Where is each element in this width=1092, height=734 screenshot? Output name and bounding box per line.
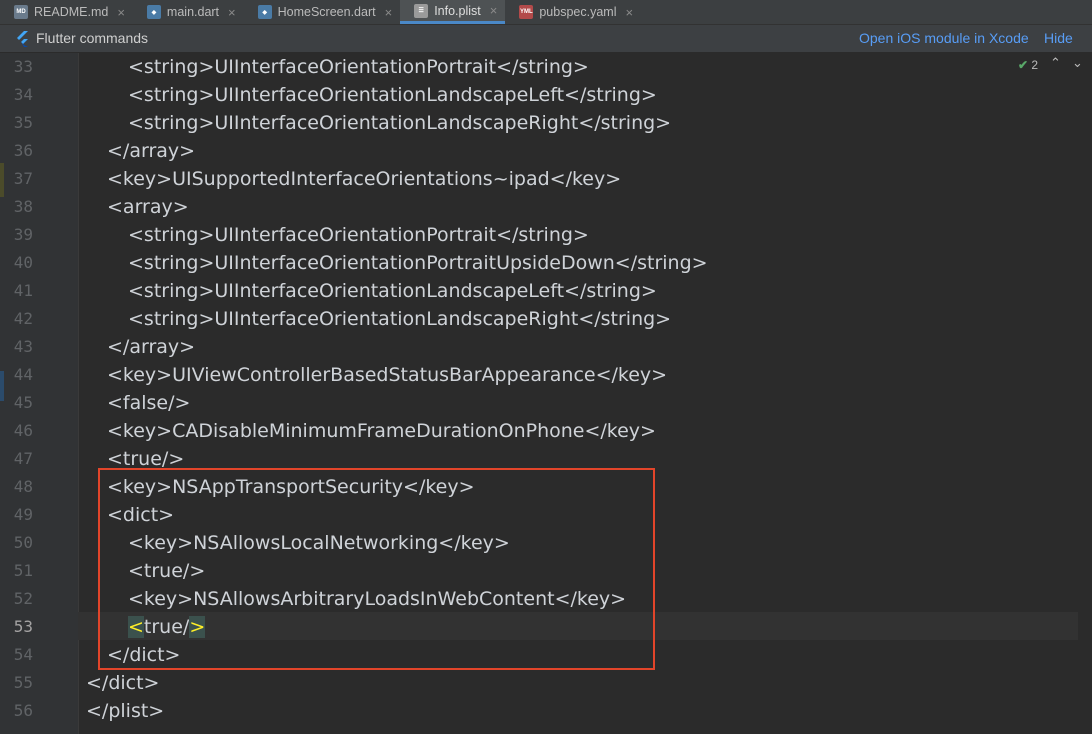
close-icon[interactable]: × — [117, 5, 125, 20]
line-number: 54 — [13, 645, 33, 664]
line-number: 36 — [13, 141, 33, 160]
tab-label: Info.plist — [434, 3, 481, 18]
checkmark-icon: ✔ — [1018, 58, 1029, 72]
line-number: 48 — [13, 477, 33, 496]
plist-file-icon: ☰ — [414, 3, 429, 18]
next-highlight-icon[interactable]: ⌄ — [1072, 56, 1083, 71]
flutter-commands-bar: Flutter commands Open iOS module in Xcod… — [0, 25, 1092, 53]
line-number: 56 — [13, 701, 33, 720]
line-number: 42 — [13, 309, 33, 328]
code-line: <string>UIInterfaceOrientationPortraitUp… — [128, 252, 708, 274]
line-number: 50 — [13, 533, 33, 552]
previous-highlight-icon[interactable]: ⌃ — [1050, 56, 1061, 71]
code-line: <key>UIViewControllerBasedStatusBarAppea… — [107, 364, 668, 386]
line-number: 46 — [13, 421, 33, 440]
tab-label: pubspec.yaml — [539, 5, 617, 19]
line-number: 47 — [13, 449, 33, 468]
code-line: </array> — [107, 140, 196, 162]
line-number: 38 — [13, 197, 33, 216]
code-line: <false/> — [107, 392, 191, 414]
line-number: 40 — [13, 253, 33, 272]
editor-tab-bar: MD README.md × ◆ main.dart × ◆ HomeScree… — [0, 0, 1092, 25]
code-line: </plist> — [86, 700, 165, 722]
line-number: 39 — [13, 225, 33, 244]
markdown-file-icon: MD — [14, 5, 28, 19]
dart-file-icon: ◆ — [257, 5, 272, 19]
close-icon[interactable]: × — [385, 5, 393, 20]
tab-info-plist[interactable]: ☰ Info.plist × — [400, 0, 506, 24]
flutter-commands-title: Flutter commands — [36, 30, 149, 46]
line-number: 52 — [13, 589, 33, 608]
tab-pubspec-yaml[interactable]: YML pubspec.yaml × — [505, 0, 641, 24]
hide-link[interactable]: Hide — [1044, 30, 1073, 46]
line-number: 41 — [13, 281, 33, 300]
close-icon[interactable]: × — [228, 5, 236, 20]
flutter-logo-icon — [17, 31, 28, 47]
open-ios-module-link[interactable]: Open iOS module in Xcode — [859, 30, 1029, 46]
line-number: 53 — [13, 617, 33, 636]
line-number-gutter: 33 34 35 36 37 38 39 40 41 42 43 44 45 46 47 48 49 50 51 52… — [0, 53, 79, 734]
tab-label: README.md — [34, 5, 109, 19]
close-icon[interactable]: × — [490, 3, 498, 18]
yaml-file-icon: YML — [519, 5, 534, 19]
code-line: <string>UIInterfaceOrientationLandscapeR… — [128, 308, 672, 330]
code-line: <string>UIInterfaceOrientationLandscapeR… — [128, 112, 672, 134]
line-number: 43 — [13, 337, 33, 356]
code-line: </dict> — [86, 672, 160, 694]
code-line: <string>UIInterfaceOrientationLandscapeL… — [128, 280, 657, 302]
tab-label: main.dart — [166, 5, 220, 19]
highlight-annotation-box — [98, 468, 655, 670]
line-number: 44 — [13, 365, 33, 384]
code-line: <string>UIInterfaceOrientationLandscapeL… — [128, 84, 657, 106]
code-line: </array> — [107, 336, 196, 358]
tab-label: HomeScreen.dart — [277, 5, 376, 19]
code-line: <key>CADisableMinimumFrameDurationOnPhon… — [107, 420, 656, 442]
line-number: 37 — [13, 169, 33, 188]
line-number: 51 — [13, 561, 33, 580]
code-line: <string>UIInterfaceOrientationPortrait</… — [128, 56, 589, 78]
inspection-indicator[interactable]: ✔ 2 — [1018, 58, 1038, 72]
tab-readme[interactable]: MD README.md × — [0, 0, 133, 24]
tab-homescreen-dart[interactable]: ◆ HomeScreen.dart × — [244, 0, 401, 24]
line-number: 49 — [13, 505, 33, 524]
tab-main-dart[interactable]: ◆ main.dart × — [133, 0, 244, 24]
line-number: 45 — [13, 393, 33, 412]
code-line: <array> — [107, 196, 189, 218]
inspection-count: 2 — [1031, 58, 1039, 72]
editor-scrollbar[interactable] — [1078, 53, 1092, 734]
dart-file-icon: ◆ — [146, 5, 161, 19]
line-number: 33 — [13, 57, 33, 76]
close-icon[interactable]: × — [625, 5, 633, 20]
line-number: 34 — [13, 85, 33, 104]
line-number: 55 — [13, 673, 33, 692]
code-line: <key>UISupportedInterfaceOrientations~ip… — [107, 168, 622, 190]
line-number: 35 — [13, 113, 33, 132]
code-line: <string>UIInterfaceOrientationPortrait</… — [128, 224, 589, 246]
